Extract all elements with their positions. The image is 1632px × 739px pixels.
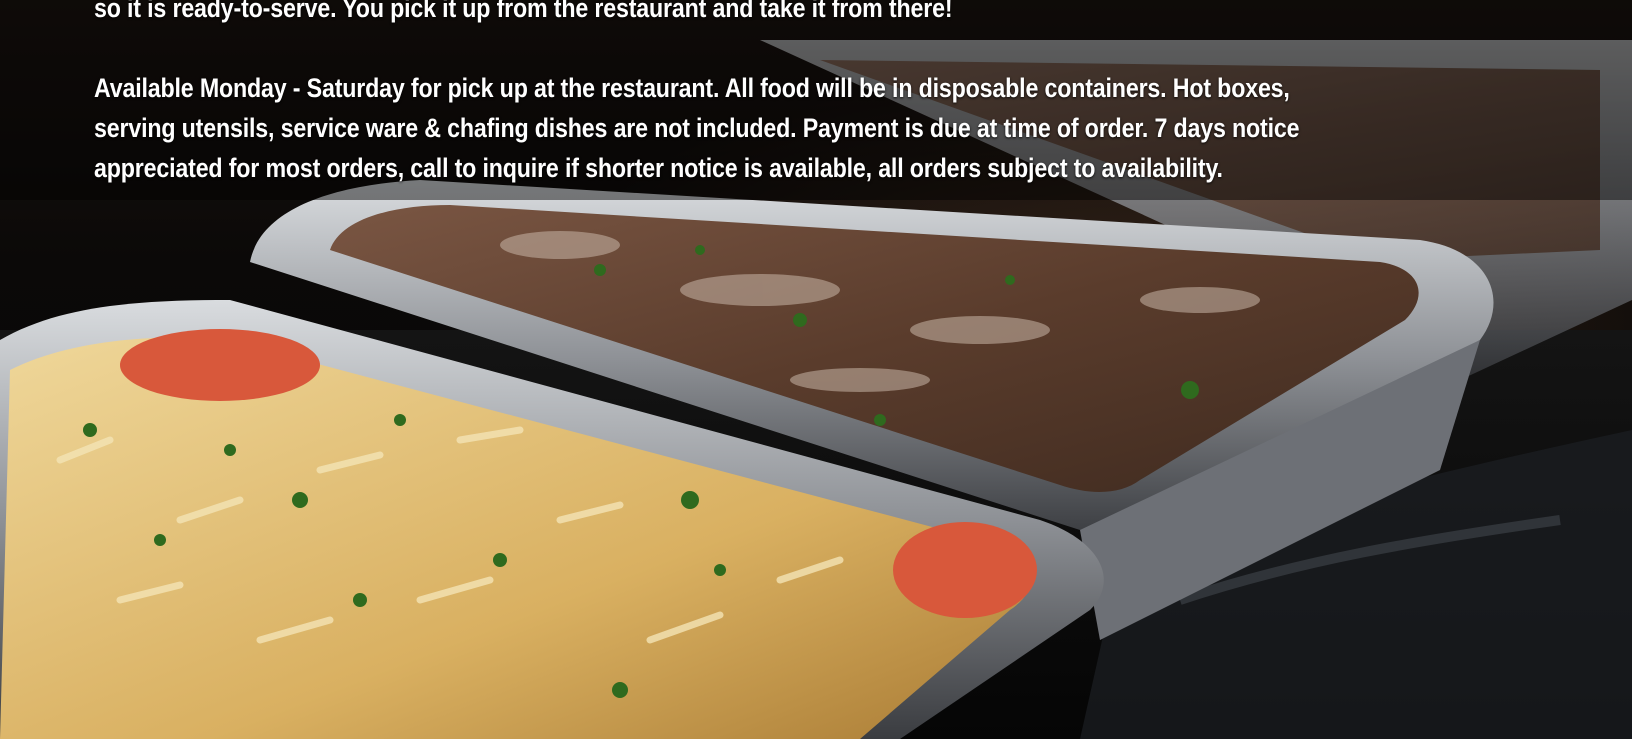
catering-info-text: so it is ready-to-serve. You pick it up …: [94, 0, 1367, 188]
catering-details: Available Monday - Saturday for pick up …: [94, 73, 1300, 183]
catering-intro-tail: so it is ready-to-serve. You pick it up …: [94, 0, 953, 23]
catering-hero-section: so it is ready-to-serve. You pick it up …: [0, 0, 1632, 739]
